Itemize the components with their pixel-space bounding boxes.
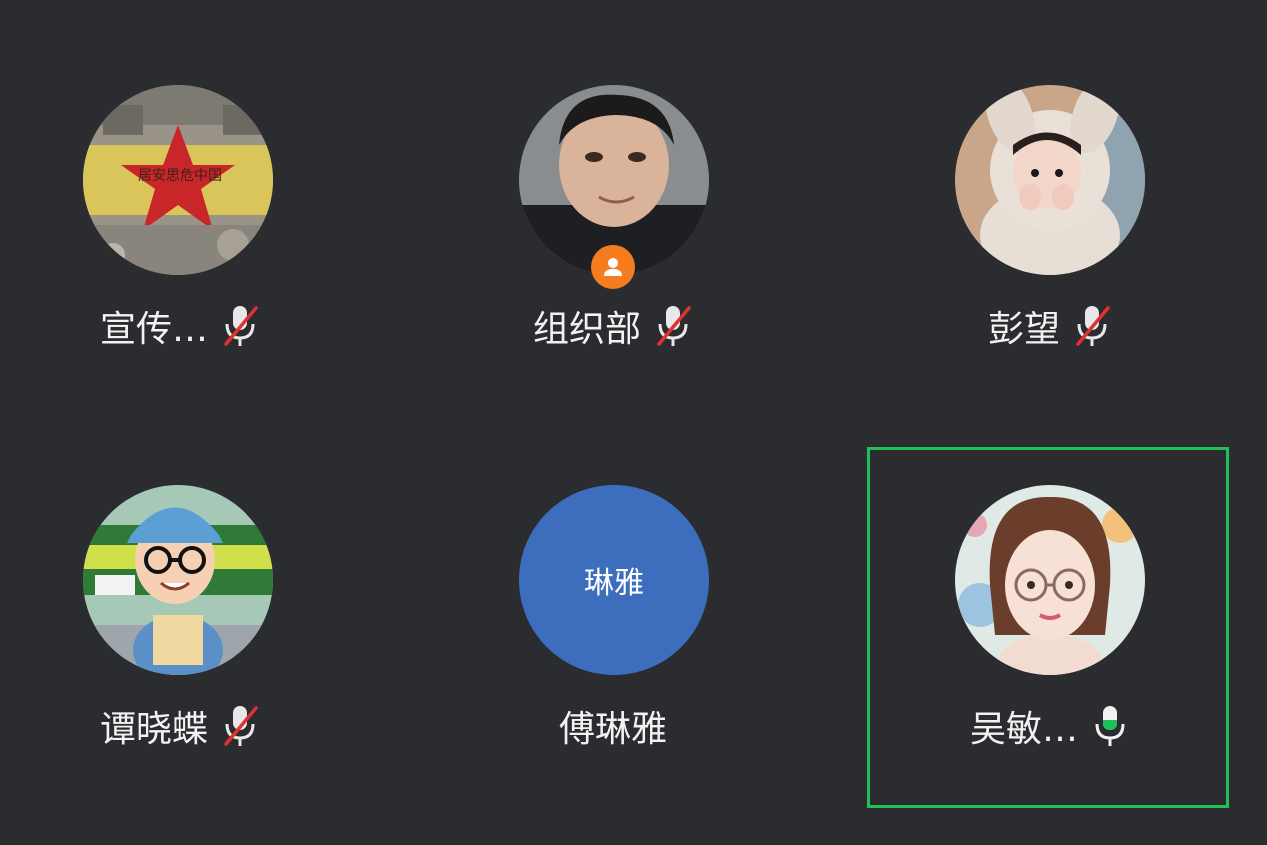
participant-name-row: 组织部 [433,300,793,352]
participant-tile[interactable]: 谭晓蝶 [0,400,360,760]
participant-name-row: 傅琳雅 [433,700,793,752]
participant-tile[interactable]: 组织部 [433,0,793,360]
participant-name: 组织部 [532,309,641,350]
participant-name: 傅琳雅 [558,709,667,750]
mic-muted-icon [220,702,260,750]
participant-name-row: 彭望 [870,300,1230,352]
svg-text:居安思危中国: 居安思危中国 [138,168,222,184]
mic-muted-icon [1072,302,1112,350]
participant-name: 谭晓蝶 [99,709,208,750]
avatar-initials: 琳雅 [584,566,644,601]
child-bunny-hood-avatar [955,85,1145,275]
initials-avatar: 琳雅 [519,485,709,675]
mic-muted-icon [220,302,260,350]
red-star-wall-avatar: 居安思危中国 [83,85,273,275]
cartoon-man-cap-avatar [83,485,273,675]
participant-tile[interactable]: 彭望 [870,0,1230,360]
participant-tile[interactable]: 琳雅 傅琳雅 [433,400,793,760]
participant-name: 宣传… [99,309,208,350]
participant-name-row: 谭晓蝶 [0,700,360,752]
mic-muted-icon [653,302,693,350]
host-person-icon [591,245,635,289]
participant-name-row: 宣传… [0,300,360,352]
active-speaker-highlight [867,447,1229,808]
participant-tile[interactable]: 居安思危中国 宣传… [0,0,360,360]
participant-name: 彭望 [987,309,1060,350]
